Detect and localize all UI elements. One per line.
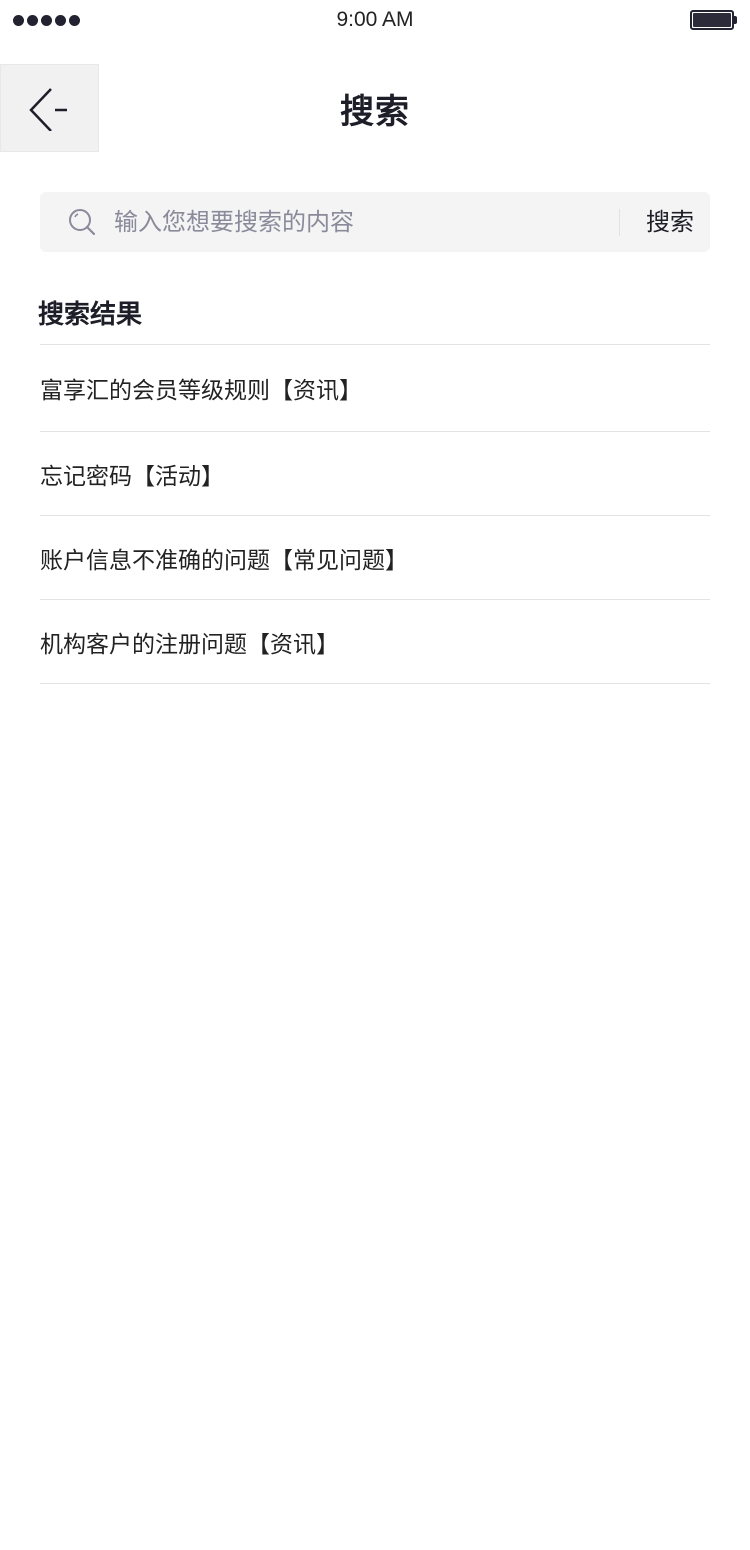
status-bar: 9:00 AM: [0, 0, 750, 42]
result-item[interactable]: 账户信息不准确的问题【常见问题】: [40, 516, 710, 600]
search-input[interactable]: [114, 202, 614, 242]
battery-icon: [690, 10, 737, 30]
results-list: 富享汇的会员等级规则【资讯】 忘记密码【活动】 账户信息不准确的问题【常见问题】…: [40, 344, 710, 684]
result-item[interactable]: 富享汇的会员等级规则【资讯】: [40, 345, 710, 432]
search-button[interactable]: 搜索: [630, 192, 710, 252]
result-item[interactable]: 忘记密码【活动】: [40, 432, 710, 516]
search-icon: [69, 209, 96, 236]
result-item-label: 忘记密码【活动】: [40, 463, 224, 490]
search-bar: 搜索: [40, 192, 710, 252]
search-divider: [619, 209, 620, 236]
status-time: 9:00 AM: [336, 8, 414, 31]
results-heading: 搜索结果: [38, 300, 143, 330]
result-item-label: 机构客户的注册问题【资讯】: [40, 631, 339, 658]
result-item[interactable]: 机构客户的注册问题【资讯】: [40, 600, 710, 684]
result-item-label: 富享汇的会员等级规则【资讯】: [40, 378, 362, 404]
result-item-label: 账户信息不准确的问题【常见问题】: [40, 547, 408, 574]
page-title: 搜索: [340, 92, 410, 132]
